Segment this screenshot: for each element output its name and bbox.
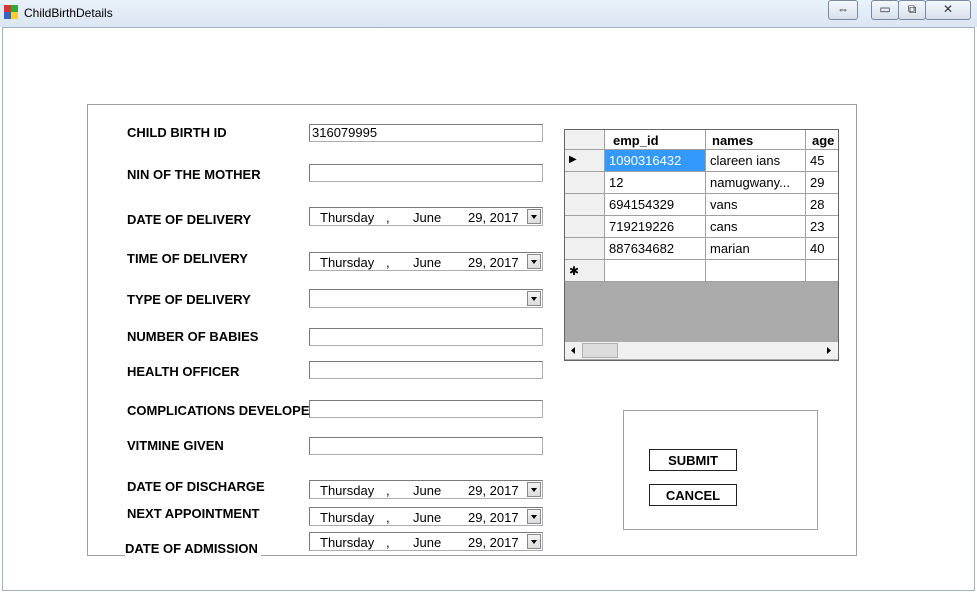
health-officer-input[interactable] — [309, 361, 543, 379]
dtp-sep: , — [386, 210, 390, 225]
grid-cell-age[interactable]: 28 — [806, 194, 838, 216]
grid-cell-names[interactable]: clareen ians — [706, 150, 806, 172]
grid-cell-names[interactable]: namugwany... — [706, 172, 806, 194]
chevron-down-icon[interactable] — [527, 291, 541, 306]
label-time-delivery: TIME OF DELIVERY — [127, 251, 248, 266]
label-date-discharge: DATE OF DISCHARGE — [127, 479, 265, 494]
date-delivery-picker[interactable]: Thursday , June 29, 2017 — [309, 207, 543, 226]
row-header[interactable] — [565, 194, 605, 216]
snap-icon[interactable]: ⇔ — [828, 0, 858, 20]
label-number-babies: NUMBER OF BABIES — [127, 329, 259, 344]
row-header[interactable] — [565, 216, 605, 238]
cancel-button[interactable]: CANCEL — [649, 484, 737, 506]
dtp-month: June — [413, 535, 442, 550]
label-type-delivery: TYPE OF DELIVERY — [127, 292, 251, 307]
nin-mother-input[interactable] — [309, 164, 543, 182]
label-health-officer: HEALTH OFFICER — [127, 364, 240, 379]
row-header[interactable] — [565, 172, 605, 194]
new-row-cell[interactable] — [706, 260, 806, 282]
type-delivery-combo[interactable] — [309, 289, 543, 308]
grid-cell-emp-id[interactable]: 887634682 — [605, 238, 706, 260]
grid-corner — [565, 130, 605, 150]
label-nin-mother: NIN OF THE MOTHER — [127, 167, 261, 182]
new-row-cell[interactable] — [605, 260, 706, 282]
horizontal-scrollbar[interactable] — [565, 342, 838, 359]
time-delivery-picker[interactable]: Thursday , June 29, 2017 — [309, 252, 543, 271]
chevron-down-icon[interactable] — [527, 534, 541, 549]
scroll-right-icon[interactable] — [821, 343, 836, 358]
number-babies-input[interactable] — [309, 328, 543, 346]
grid-cell-age[interactable]: 29 — [806, 172, 838, 194]
maximize-button[interactable]: ⧉ — [898, 0, 926, 20]
dtp-date: 29, 2017 — [468, 210, 519, 225]
scroll-thumb[interactable] — [582, 343, 618, 358]
date-admission-picker[interactable]: Thursday , June 29, 2017 — [309, 532, 543, 551]
column-header-age[interactable]: age — [806, 130, 838, 150]
child-birth-id-input[interactable]: 316079995 — [309, 124, 543, 142]
dtp-day: Thursday — [320, 535, 375, 550]
dtp-sep: , — [386, 483, 390, 498]
dtp-day: Thursday — [320, 483, 375, 498]
window-title: ChildBirthDetails — [24, 6, 113, 20]
dtp-sep: , — [386, 255, 390, 270]
chevron-down-icon[interactable] — [527, 254, 541, 269]
dtp-month: June — [413, 483, 442, 498]
grid-cell-names[interactable]: vans — [706, 194, 806, 216]
grid-cell-age[interactable]: 45 — [806, 150, 838, 172]
dtp-date: 29, 2017 — [468, 255, 519, 270]
complications-input[interactable] — [309, 400, 543, 418]
column-header-emp-id[interactable]: emp_id — [605, 130, 706, 150]
row-header[interactable]: ▶ — [565, 150, 605, 172]
dtp-date: 29, 2017 — [468, 510, 519, 525]
dtp-day: Thursday — [320, 510, 375, 525]
current-row-icon: ▶ — [569, 154, 577, 165]
chevron-down-icon[interactable] — [527, 209, 541, 224]
dtp-month: June — [413, 210, 442, 225]
dtp-sep: , — [386, 535, 390, 550]
column-header-names[interactable]: names — [706, 130, 806, 150]
grid-cell-names[interactable]: cans — [706, 216, 806, 238]
label-vitamine: VITMINE GIVEN — [127, 438, 224, 453]
grid-cell-age[interactable]: 40 — [806, 238, 838, 260]
label-date-delivery: DATE OF DELIVERY — [127, 212, 252, 227]
title-bar: ChildBirthDetails ⇔ ▭ ⧉ ✕ — [0, 0, 977, 27]
action-panel: SUBMIT CANCEL — [623, 410, 818, 530]
dtp-day: Thursday — [320, 210, 375, 225]
label-date-admission: DATE OF ADMISSION — [125, 541, 261, 556]
dtp-day: Thursday — [320, 255, 375, 270]
grid-cell-emp-id[interactable]: 12 — [605, 172, 706, 194]
grid-cell-emp-id[interactable]: 694154329 — [605, 194, 706, 216]
new-row-marker[interactable]: ✱ — [565, 260, 605, 282]
dtp-month: June — [413, 510, 442, 525]
minimize-button[interactable]: ▭ — [871, 0, 899, 20]
row-header[interactable] — [565, 238, 605, 260]
close-button[interactable]: ✕ — [925, 0, 971, 20]
employee-grid[interactable]: emp_id names age ▶ 1090316432 clareen ians… — [564, 129, 839, 361]
vitamine-input[interactable] — [309, 437, 543, 455]
label-child-birth-id: CHILD BIRTH ID — [127, 125, 227, 140]
grid-cell-emp-id[interactable]: 1090316432 — [605, 150, 706, 172]
dtp-date: 29, 2017 — [468, 535, 519, 550]
dtp-date: 29, 2017 — [468, 483, 519, 498]
scroll-left-icon[interactable] — [566, 343, 581, 358]
chevron-down-icon[interactable] — [527, 482, 541, 497]
label-next-appointment: NEXT APPOINTMENT — [127, 506, 260, 521]
grid-cell-emp-id[interactable]: 719219226 — [605, 216, 706, 238]
dtp-month: June — [413, 255, 442, 270]
grid-cell-age[interactable]: 23 — [806, 216, 838, 238]
app-icon — [4, 5, 18, 19]
chevron-down-icon[interactable] — [527, 509, 541, 524]
new-row-cell[interactable] — [806, 260, 838, 282]
label-complications: COMPLICATIONS DEVELOPE — [127, 403, 310, 418]
next-appointment-picker[interactable]: Thursday , June 29, 2017 — [309, 507, 543, 526]
submit-button[interactable]: SUBMIT — [649, 449, 737, 471]
dtp-sep: , — [386, 510, 390, 525]
grid-cell-names[interactable]: marian — [706, 238, 806, 260]
date-discharge-picker[interactable]: Thursday , June 29, 2017 — [309, 480, 543, 499]
